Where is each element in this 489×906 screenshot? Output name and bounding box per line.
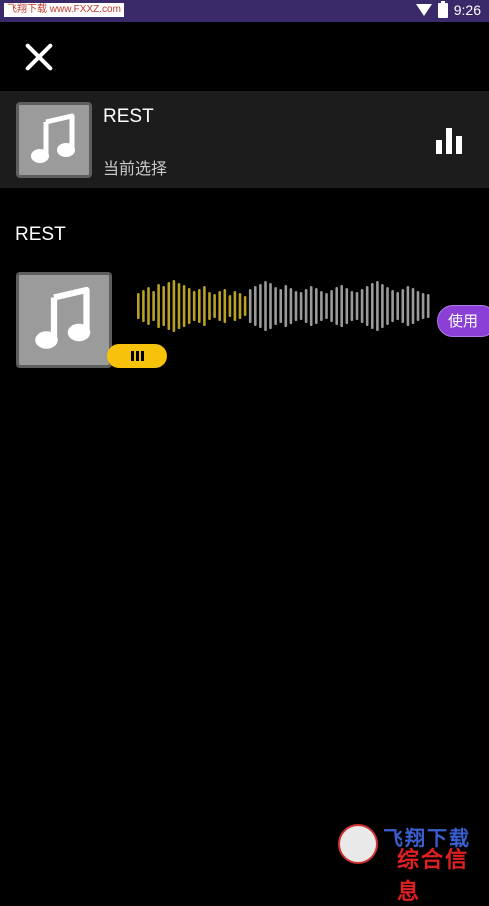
equalizer-bars-icon[interactable] bbox=[436, 126, 466, 154]
section-title: REST bbox=[15, 224, 66, 245]
music-note-icon bbox=[31, 113, 75, 163]
playing-bars-icon bbox=[107, 344, 167, 368]
music-note-icon bbox=[35, 286, 91, 349]
watermark-text: 飞翔下载 www.FXXZ.com bbox=[4, 3, 124, 17]
status-bar: 飞翔下载 www.FXXZ.com 9:26 bbox=[0, 0, 489, 22]
close-icon[interactable] bbox=[20, 38, 58, 76]
use-button[interactable]: 使用 bbox=[437, 305, 489, 337]
audio-waveform[interactable] bbox=[137, 276, 432, 336]
wifi-icon bbox=[415, 4, 432, 16]
battery-icon bbox=[437, 0, 448, 18]
logo-icon bbox=[338, 824, 378, 864]
status-icons: 9:26 bbox=[415, 0, 481, 18]
watermark-logo: 飞翔下载 综合信息 bbox=[335, 820, 485, 904]
item-thumbnail[interactable] bbox=[16, 272, 112, 368]
current-subtitle: 当前选择 bbox=[103, 161, 168, 178]
current-thumbnail bbox=[16, 102, 92, 178]
logo-line2: 综合信息 bbox=[397, 847, 470, 904]
status-time: 9:26 bbox=[453, 2, 481, 18]
current-title: REST bbox=[103, 106, 154, 127]
